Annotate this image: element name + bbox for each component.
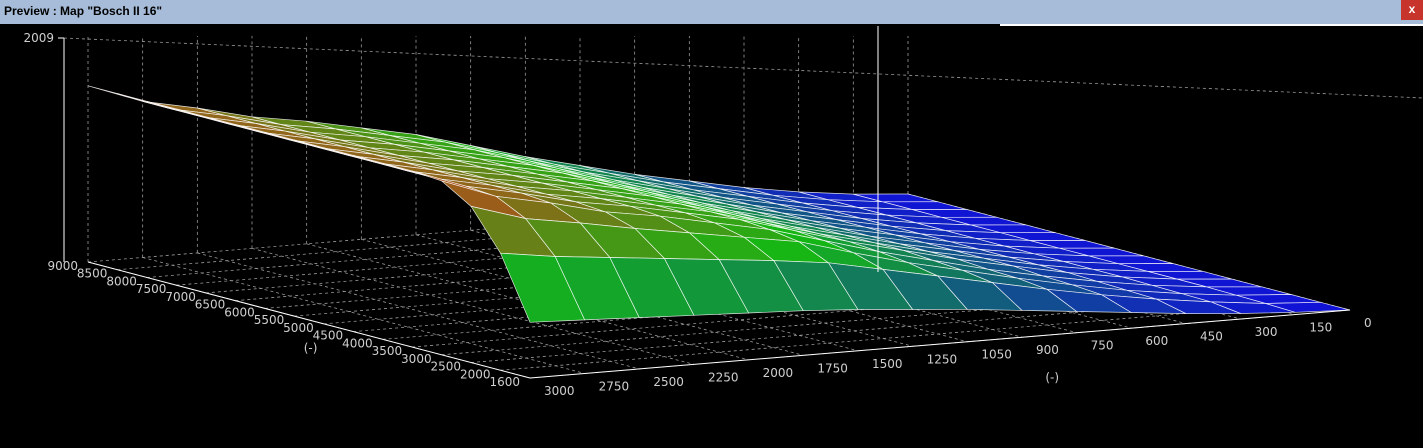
x-axis-label: (-) bbox=[1045, 371, 1059, 385]
x-tick-label: 300 bbox=[1255, 325, 1278, 339]
x-tick-label: 2750 bbox=[599, 379, 630, 393]
y-tick-label: 3000 bbox=[401, 352, 432, 366]
x-tick-label: 1250 bbox=[927, 352, 958, 366]
x-tick-label: 3000 bbox=[544, 384, 575, 398]
y-tick-label: 2000 bbox=[460, 367, 491, 381]
y-tick-label: 5000 bbox=[283, 321, 314, 335]
z-tick-label: 2009 bbox=[23, 31, 54, 45]
y-tick-label: 4000 bbox=[342, 336, 373, 350]
y-tick-label: 7500 bbox=[136, 282, 167, 296]
x-tick-label: 1500 bbox=[872, 357, 903, 371]
y-tick-label: 5500 bbox=[254, 313, 285, 327]
x-axis-line bbox=[529, 309, 1351, 379]
ceiling-grid-line bbox=[63, 37, 1423, 99]
x-tick-label: 900 bbox=[1036, 343, 1059, 357]
close-button[interactable]: x bbox=[1401, 0, 1423, 20]
x-tick-label: 750 bbox=[1091, 339, 1114, 353]
x-tick-label: 0 bbox=[1364, 316, 1372, 330]
surface bbox=[87, 85, 1351, 323]
x-tick-label: 1750 bbox=[817, 361, 848, 375]
y-tick-label: 7000 bbox=[165, 290, 196, 304]
y-tick-label: 6500 bbox=[195, 298, 226, 312]
y-tick-label: 8500 bbox=[77, 267, 108, 281]
x-tick-label: 450 bbox=[1200, 330, 1223, 344]
y-tick-label: 8000 bbox=[106, 274, 137, 288]
x-tick-label: 150 bbox=[1309, 321, 1332, 335]
x-tick-label: 2250 bbox=[708, 370, 739, 384]
window-title: Preview : Map "Bosch II 16" bbox=[4, 4, 163, 18]
title-bar: Preview : Map "Bosch II 16" x bbox=[0, 0, 1423, 24]
y-tick-label: 6000 bbox=[224, 305, 255, 319]
y-tick-label: 3500 bbox=[372, 344, 403, 358]
y-tick-label: 1600 bbox=[489, 375, 520, 389]
y-axis-label: (-) bbox=[304, 341, 318, 355]
surface-chart[interactable]: 2009900085008000750070006500600055005000… bbox=[0, 24, 1423, 448]
y-tick-label: 9000 bbox=[47, 259, 78, 273]
x-tick-label: 1050 bbox=[981, 348, 1012, 362]
x-tick-label: 2000 bbox=[763, 366, 794, 380]
y-tick-label: 2500 bbox=[431, 360, 462, 374]
x-tick-label: 600 bbox=[1145, 334, 1168, 348]
x-tick-label: 2500 bbox=[653, 375, 684, 389]
